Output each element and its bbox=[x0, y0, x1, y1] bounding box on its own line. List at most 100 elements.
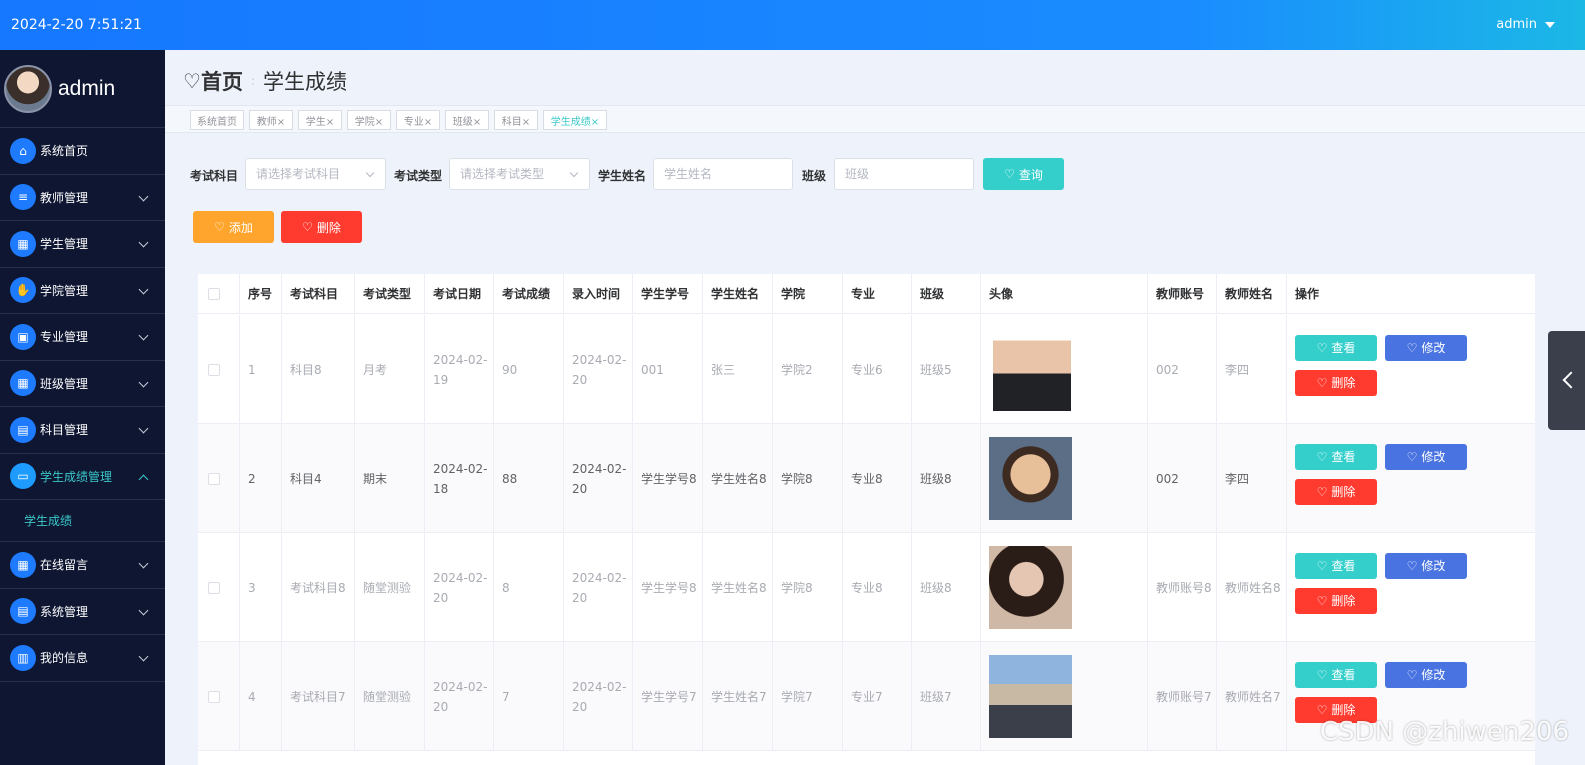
tag-subjects[interactable]: 科目× bbox=[494, 110, 538, 130]
cell-date: 2024-02-20 bbox=[425, 533, 494, 642]
cell-entry-time: 2024-02-20 bbox=[564, 533, 633, 642]
cell-entry-time: 2024-02-20 bbox=[564, 315, 633, 424]
row-checkbox[interactable] bbox=[208, 690, 220, 703]
row-delete-button[interactable]: ♡ 删除 bbox=[1295, 479, 1377, 505]
cell-score: 90 bbox=[494, 315, 564, 424]
sidebar-item-label: 学院管理 bbox=[40, 283, 89, 298]
cell-avatar bbox=[981, 642, 1148, 751]
sidebar-item-label: 我的信息 bbox=[40, 651, 89, 666]
cell-class: 班级7 bbox=[912, 642, 981, 751]
caret-down-icon bbox=[1545, 21, 1555, 28]
sidebar-item-majors[interactable]: ▣ 专业管理 bbox=[0, 314, 165, 361]
collapse-panel-tab[interactable] bbox=[1548, 331, 1585, 430]
row-select-cell bbox=[198, 642, 240, 751]
cell-student-id: 学生学号7 bbox=[633, 642, 703, 751]
datetime: 2024-2-20 7:51:21 bbox=[11, 17, 142, 33]
sidebar-item-students[interactable]: ▦ 学生管理 bbox=[0, 221, 165, 268]
sidebar-item-classes[interactable]: ▦ 班级管理 bbox=[0, 361, 165, 407]
tag-students[interactable]: 学生× bbox=[298, 110, 342, 130]
col-header: 学生学号 bbox=[633, 274, 703, 314]
row-delete-button[interactable]: ♡ 删除 bbox=[1295, 588, 1377, 614]
type-select[interactable]: 请选择考试类型 bbox=[449, 158, 590, 190]
student-photo bbox=[989, 655, 1072, 738]
cell-subject: 科目8 bbox=[282, 315, 355, 424]
view-button[interactable]: ♡ 查看 bbox=[1295, 662, 1377, 688]
heart-icon: ♡ bbox=[1316, 594, 1328, 608]
col-header: 教师账号 bbox=[1148, 274, 1217, 314]
row-checkbox[interactable] bbox=[208, 363, 220, 376]
tag-home[interactable]: 系统首页 bbox=[190, 110, 244, 130]
tag-student-scores[interactable]: 学生成绩× bbox=[543, 110, 607, 130]
cell-no: 3 bbox=[240, 533, 282, 642]
sidebar-item-messages[interactable]: ▦ 在线留言 bbox=[0, 542, 165, 589]
sidebar-item-my-info[interactable]: ▥ 我的信息 bbox=[0, 635, 165, 682]
breadcrumb-home[interactable]: 首页 bbox=[201, 66, 243, 96]
tag-teachers[interactable]: 教师× bbox=[249, 110, 293, 130]
col-header: 序号 bbox=[240, 274, 282, 314]
student-photo bbox=[989, 546, 1072, 629]
user-menu[interactable]: admin bbox=[1496, 17, 1555, 32]
query-button[interactable]: ♡ 查询 bbox=[983, 158, 1064, 190]
cell-college: 学院2 bbox=[773, 315, 843, 424]
view-label: 查看 bbox=[1331, 668, 1356, 682]
col-header: 考试科目 bbox=[282, 274, 355, 314]
cell-score: 8 bbox=[494, 533, 564, 642]
grid-icon: ▦ bbox=[10, 551, 36, 578]
sidebar-item-subjects[interactable]: ▤ 科目管理 bbox=[0, 407, 165, 454]
sidebar-item-label: 系统管理 bbox=[40, 604, 89, 619]
tag-classes[interactable]: 班级× bbox=[445, 110, 489, 130]
student-name-input[interactable]: 学生姓名 bbox=[653, 158, 793, 190]
select-all-checkbox[interactable] bbox=[208, 288, 220, 300]
cell-major: 专业6 bbox=[843, 315, 912, 424]
sidebar-item-label: 专业管理 bbox=[40, 330, 89, 345]
sidebar-item-colleges[interactable]: ✋ 学院管理 bbox=[0, 268, 165, 314]
sidebar-item-scores[interactable]: ▭ 学生成绩管理 bbox=[0, 454, 165, 500]
table-row: 1 科目8 月考 2024-02-19 90 2024-02-20 001 张三… bbox=[198, 315, 1535, 424]
heart-icon: ♡ bbox=[1316, 485, 1328, 499]
class-input[interactable]: 班级 bbox=[834, 158, 974, 190]
delete-label: 删除 bbox=[1331, 376, 1356, 390]
main-content: ♡ 首页 : 学生成绩 系统首页 教师× 学生× 学院× 专业× 班级× 科目×… bbox=[165, 50, 1585, 765]
view-button[interactable]: ♡ 查看 bbox=[1295, 335, 1377, 361]
edit-button[interactable]: ♡ 修改 bbox=[1385, 444, 1467, 470]
heart-icon: ♡ bbox=[1316, 450, 1328, 464]
view-button[interactable]: ♡ 查看 bbox=[1295, 444, 1377, 470]
row-checkbox[interactable] bbox=[208, 581, 220, 594]
heart-icon: ♡ bbox=[1004, 167, 1015, 181]
add-button[interactable]: ♡ 添加 bbox=[193, 211, 274, 243]
sidebar-item-teachers[interactable]: ≡ 教师管理 bbox=[0, 175, 165, 221]
add-label: 添加 bbox=[228, 220, 253, 235]
edit-button[interactable]: ♡ 修改 bbox=[1385, 662, 1467, 688]
subject-select[interactable]: 请选择考试科目 bbox=[245, 158, 386, 190]
submenu-student-scores[interactable]: 学生成绩 bbox=[0, 500, 165, 542]
col-header: 录入时间 bbox=[564, 274, 633, 314]
edit-button[interactable]: ♡ 修改 bbox=[1385, 553, 1467, 579]
sidebar-item-home[interactable]: ⌂ 系统首页 bbox=[0, 128, 165, 175]
tag-colleges[interactable]: 学院× bbox=[347, 110, 391, 130]
edit-button[interactable]: ♡ 修改 bbox=[1385, 335, 1467, 361]
table-header: 序号 考试科目 考试类型 考试日期 考试成绩 录入时间 学生学号 学生姓名 学院… bbox=[198, 274, 1535, 314]
home-icon: ⌂ bbox=[10, 137, 36, 164]
view-button[interactable]: ♡ 查看 bbox=[1295, 553, 1377, 579]
view-label: 查看 bbox=[1331, 341, 1356, 355]
chevron-down-icon bbox=[138, 377, 149, 387]
sidebar-item-label: 教师管理 bbox=[40, 190, 89, 205]
grid-icon: ▦ bbox=[10, 230, 36, 257]
cell-student-id: 学生学号8 bbox=[633, 533, 703, 642]
row-delete-button[interactable]: ♡ 删除 bbox=[1295, 370, 1377, 396]
cell-date: 2024-02-20 bbox=[425, 642, 494, 751]
select-all-cell bbox=[198, 274, 240, 314]
chevron-down-icon bbox=[138, 605, 149, 615]
sidebar-item-label: 系统首页 bbox=[40, 144, 89, 159]
delete-button[interactable]: ♡ 删除 bbox=[281, 211, 362, 243]
cell-no: 2 bbox=[240, 424, 282, 533]
heart-icon: ♡ bbox=[1316, 668, 1328, 682]
row-checkbox[interactable] bbox=[208, 472, 220, 485]
cell-student-id: 001 bbox=[633, 315, 703, 424]
cell-subject: 考试科目8 bbox=[282, 533, 355, 642]
tag-majors[interactable]: 专业× bbox=[396, 110, 440, 130]
clipboard-icon: ▤ bbox=[10, 416, 36, 443]
sidebar-item-system[interactable]: ▤ 系统管理 bbox=[0, 589, 165, 635]
cell-avatar bbox=[981, 424, 1148, 533]
col-header: 考试类型 bbox=[355, 274, 425, 314]
